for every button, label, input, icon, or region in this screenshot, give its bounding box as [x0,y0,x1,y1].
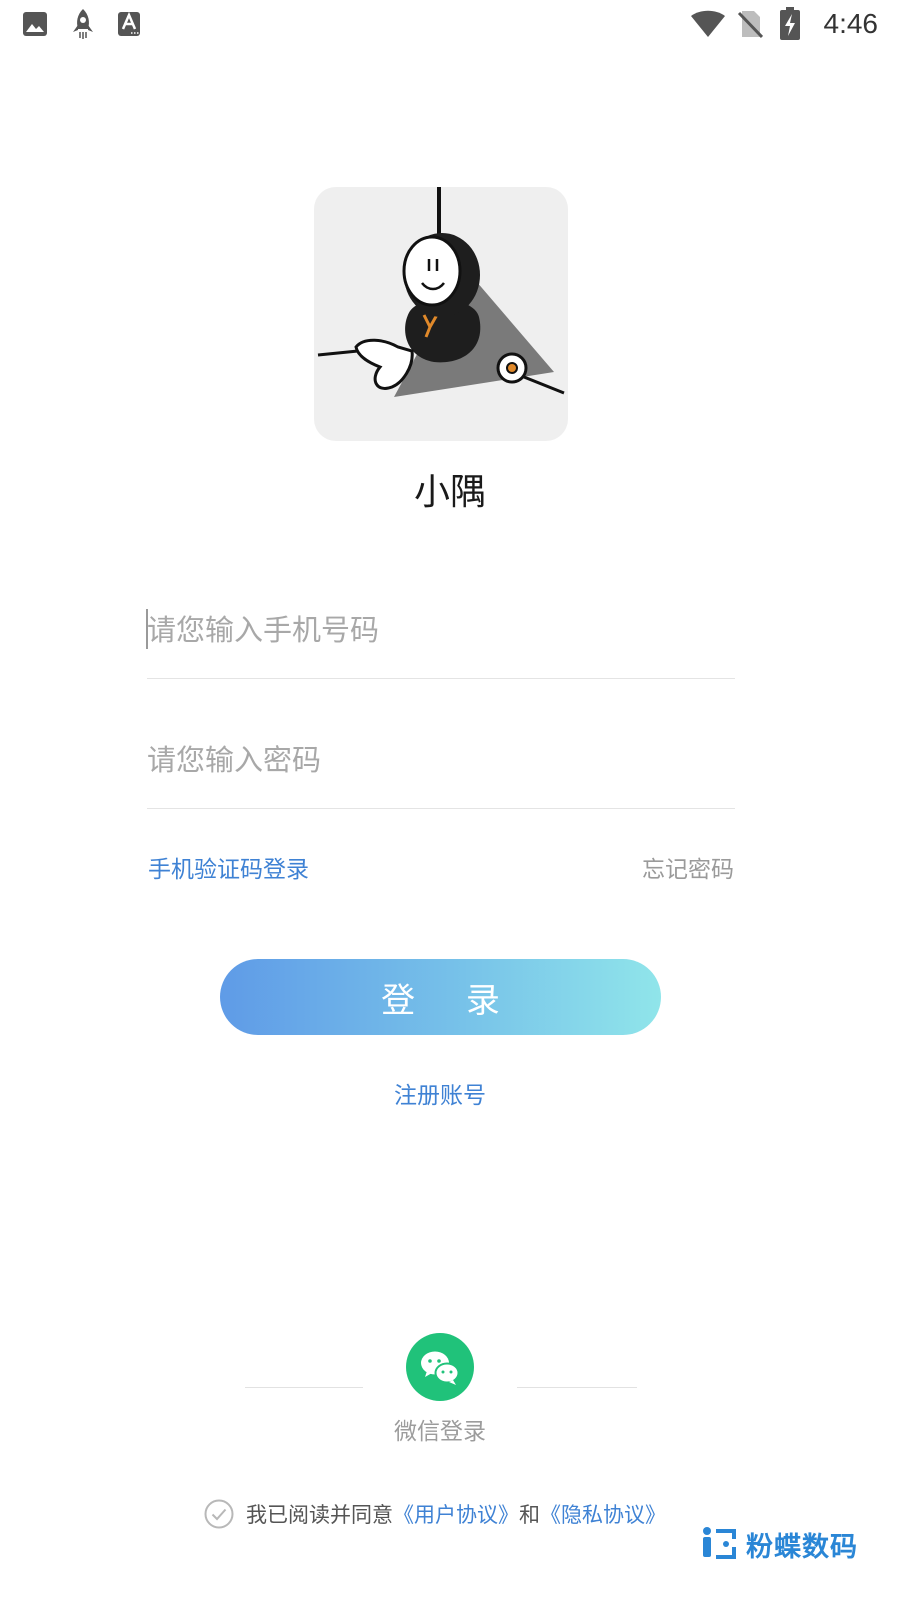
sms-login-link[interactable]: 手机验证码登录 [148,850,309,884]
wechat-login-button[interactable] [406,1333,474,1401]
watermark: 粉蝶数码 [700,1524,858,1564]
agreement-prefix: 我已阅读并同意 [246,1503,393,1527]
agreement-checkbox[interactable] [204,1499,234,1529]
battery-charging-icon [779,7,801,45]
wechat-icon [421,1351,460,1385]
register-link[interactable]: 注册账号 [0,1076,880,1110]
rocket-icon [70,8,96,44]
phone-input[interactable] [147,598,735,662]
privacy-policy-link[interactable]: 《隐私协议》 [540,1499,666,1529]
agreement-row: 我已阅读并同意 《用户协议》 和 《隐私协议》 [204,1497,666,1531]
check-circle-icon [204,1499,234,1529]
divider-right [517,1387,637,1388]
password-input[interactable] [147,728,735,792]
no-sim-icon [737,9,764,43]
status-time: 4:46 [823,8,879,39]
login-button[interactable]: 登 录 [220,959,661,1035]
password-input-underline [147,808,735,809]
wifi-icon [690,10,726,42]
agreement-conjunction: 和 [519,1503,540,1527]
hanging-character-logo [317,187,565,397]
image-icon [22,11,48,41]
app-name: 小隅 [413,472,486,513]
watermark-text: 粉蝶数码 [746,1531,858,1563]
text-a-icon [117,11,141,41]
wechat-login-label: 微信登录 [394,1419,486,1445]
app-logo [314,187,568,441]
text-cursor [146,609,148,649]
user-agreement-link[interactable]: 《用户协议》 [393,1499,519,1529]
forgot-password-link[interactable]: 忘记密码 [642,850,734,884]
status-bar: 4:46 [0,0,900,50]
phone-input-underline [147,678,735,679]
divider-left [245,1387,363,1388]
watermark-logo-icon [703,1527,736,1559]
